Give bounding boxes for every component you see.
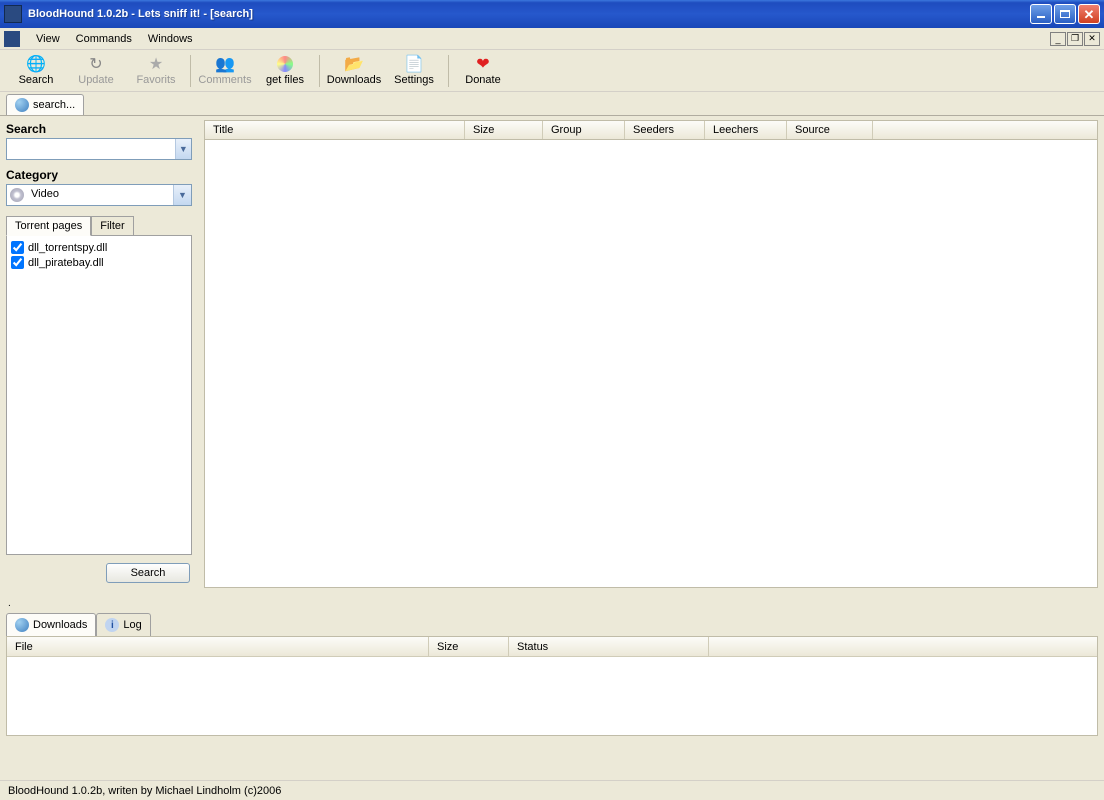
tab-torrent-pages[interactable]: Torrent pages (6, 216, 91, 236)
titlebar: BloodHound 1.0.2b - Lets sniff it! - [se… (0, 0, 1104, 28)
checklist-item[interactable]: dll_piratebay.dll (11, 255, 187, 270)
folder-icon: 📂 (345, 55, 363, 73)
tab-search[interactable]: search... (6, 94, 84, 115)
col-status[interactable]: Status (509, 637, 709, 656)
results-panel: Title Size Group Seeders Leechers Source (198, 116, 1104, 596)
category-combo[interactable]: Video ▼ (6, 184, 192, 206)
search-combo[interactable]: ▼ (6, 138, 192, 160)
toolbar-donate-button[interactable]: ❤ Donate (455, 52, 511, 90)
document-tabstrip: search... (0, 92, 1104, 116)
col-title[interactable]: Title (205, 121, 465, 139)
toolbar-separator (190, 55, 191, 87)
gear-icon: 📄 (405, 55, 423, 73)
globe-small-icon (15, 98, 29, 112)
menubar: View Commands Windows _ ❐ ✕ (0, 28, 1104, 50)
results-body[interactable] (204, 140, 1098, 588)
chevron-down-icon[interactable]: ▼ (175, 139, 191, 159)
menu-commands[interactable]: Commands (68, 31, 140, 47)
col-size[interactable]: Size (429, 637, 509, 656)
toolbar-getfiles-button[interactable]: get files (257, 52, 313, 90)
plugin-checklist: dll_torrentspy.dll dll_piratebay.dll (6, 235, 192, 555)
toolbar-separator (319, 55, 320, 87)
chevron-down-icon[interactable]: ▼ (173, 185, 191, 205)
search-input[interactable] (7, 139, 175, 159)
col-size[interactable]: Size (465, 121, 543, 139)
tab-label: Downloads (33, 619, 87, 631)
col-source[interactable]: Source (787, 121, 873, 139)
toolbar-update-button[interactable]: ↻ Update (68, 52, 124, 90)
app-icon (4, 5, 22, 23)
menu-view[interactable]: View (28, 31, 68, 47)
tab-log[interactable]: i Log (96, 613, 150, 636)
cd-icon (276, 55, 294, 73)
checklist-label: dll_piratebay.dll (28, 257, 104, 269)
search-sidebar: Search ▼ Category Video ▼ Torrent pages … (0, 116, 198, 596)
category-value: Video (27, 185, 173, 205)
status-text: BloodHound 1.0.2b, writen by Michael Lin… (8, 785, 281, 797)
toolbar-favorits-button[interactable]: ★ Favorits (128, 52, 184, 90)
toolbar-search-button[interactable]: 🌐 Search (8, 52, 64, 90)
col-leechers[interactable]: Leechers (705, 121, 787, 139)
downloads-panel: File Size Status (6, 636, 1098, 736)
statusbar: BloodHound 1.0.2b, writen by Michael Lin… (0, 780, 1104, 800)
tab-label: Log (123, 619, 141, 631)
tab-downloads[interactable]: Downloads (6, 613, 96, 636)
toolbar-comments-button[interactable]: 👥 Comments (197, 52, 253, 90)
heart-icon: ❤ (474, 55, 492, 73)
search-label: Search (6, 122, 192, 136)
checkbox[interactable] (11, 256, 24, 269)
status-dot: . (0, 596, 1104, 612)
col-seeders[interactable]: Seeders (625, 121, 705, 139)
toolbar-downloads-button[interactable]: 📂 Downloads (326, 52, 382, 90)
search-button[interactable]: Search (106, 563, 190, 583)
app-icon-small (4, 31, 20, 47)
tab-label: search... (33, 99, 75, 111)
checkbox[interactable] (11, 241, 24, 254)
mdi-restore-button[interactable]: ❐ (1067, 32, 1083, 46)
globe-icon: 🌐 (27, 55, 45, 73)
minimize-button[interactable] (1030, 4, 1052, 24)
checklist-item[interactable]: dll_torrentspy.dll (11, 240, 187, 255)
mdi-minimize-button[interactable]: _ (1050, 32, 1066, 46)
maximize-button[interactable] (1054, 4, 1076, 24)
star-icon: ★ (147, 55, 165, 73)
window-title: BloodHound 1.0.2b - Lets sniff it! - [se… (28, 8, 1030, 20)
mdi-close-button[interactable]: ✕ (1084, 32, 1100, 46)
bottom-tabstrip: Downloads i Log (0, 612, 1104, 636)
toolbar-settings-button[interactable]: 📄 Settings (386, 52, 442, 90)
downloads-header: File Size Status (7, 637, 1097, 657)
checklist-label: dll_torrentspy.dll (28, 242, 107, 254)
results-header: Title Size Group Seeders Leechers Source (204, 120, 1098, 140)
toolbar-separator (448, 55, 449, 87)
download-icon (15, 618, 29, 632)
info-icon: i (105, 618, 119, 632)
tab-filter[interactable]: Filter (91, 216, 133, 236)
col-group[interactable]: Group (543, 121, 625, 139)
toolbar: 🌐 Search ↻ Update ★ Favorits 👥 Comments … (0, 50, 1104, 92)
menu-windows[interactable]: Windows (140, 31, 201, 47)
dvd-icon (7, 185, 27, 205)
col-file[interactable]: File (7, 637, 429, 656)
people-icon: 👥 (216, 55, 234, 73)
refresh-icon: ↻ (87, 55, 105, 73)
category-label: Category (6, 168, 192, 182)
close-button[interactable]: ✕ (1078, 4, 1100, 24)
